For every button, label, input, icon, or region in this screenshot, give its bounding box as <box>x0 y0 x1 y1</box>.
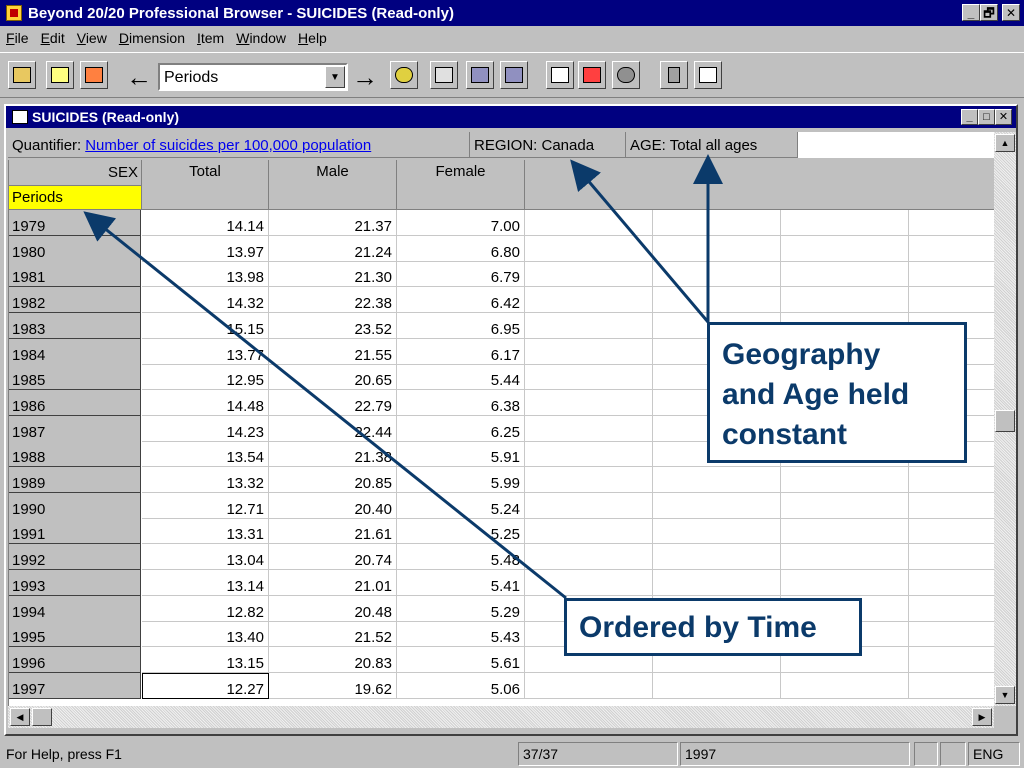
callout-geo-age-line-3: constant <box>722 418 848 451</box>
callout-geo-age-line-1: Geography <box>722 338 881 371</box>
callout-geo-age: Geography and Age held constant <box>707 322 967 463</box>
callout-geo-age-line-2: and Age held <box>722 378 910 411</box>
callout-time: Ordered by Time <box>564 598 862 656</box>
arrow-to-periods <box>83 211 567 600</box>
arrow-to-region <box>570 159 710 323</box>
